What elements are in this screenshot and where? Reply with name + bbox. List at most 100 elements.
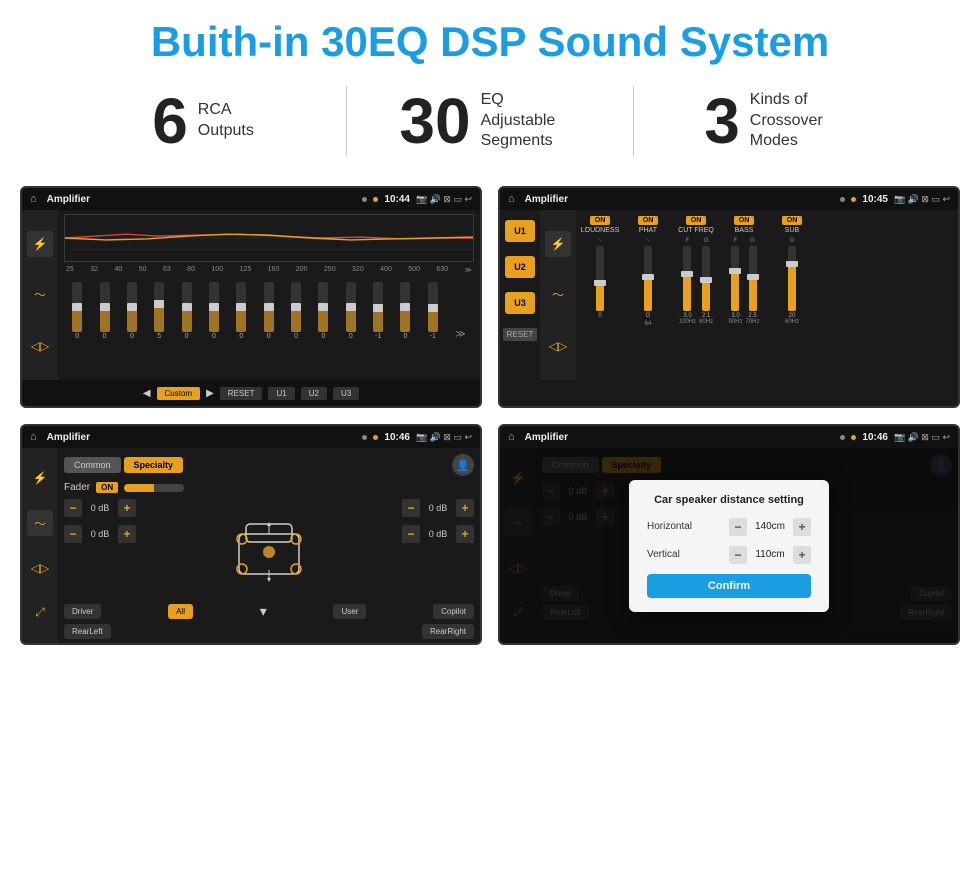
phat-on[interactable]: ON bbox=[638, 216, 659, 225]
db-minus-2[interactable]: − bbox=[402, 499, 420, 517]
cross-u1-btn[interactable]: U1 bbox=[505, 220, 535, 242]
eq-u3-btn[interactable]: U3 bbox=[333, 387, 359, 400]
eq-slider-11[interactable]: -1 bbox=[373, 282, 383, 340]
eq-u1-btn[interactable]: U1 bbox=[268, 387, 294, 400]
bass-on[interactable]: ON bbox=[734, 216, 755, 225]
loudness-on[interactable]: ON bbox=[590, 216, 611, 225]
cross-icon-wave[interactable]: 〜 bbox=[545, 282, 571, 308]
rear-right-btn[interactable]: RearRight bbox=[422, 624, 474, 639]
db-val-3: 0 dB bbox=[424, 529, 452, 539]
fader-on-badge[interactable]: ON bbox=[96, 482, 118, 493]
home-icon-tr[interactable]: ⌂ bbox=[508, 193, 515, 205]
eq-slider-0[interactable]: 0 bbox=[72, 282, 82, 340]
eq-next-btn[interactable]: ▶ bbox=[206, 388, 214, 399]
eq-slider-9[interactable]: 0 bbox=[318, 282, 328, 340]
cross-u2-btn[interactable]: U2 bbox=[505, 256, 535, 278]
cross-icon-filters[interactable]: ⚡ bbox=[545, 231, 571, 257]
vertical-value: 110cm bbox=[751, 549, 789, 560]
fader-icon-wave[interactable]: 〜 bbox=[27, 510, 53, 536]
fader-label: Fader bbox=[64, 482, 90, 493]
vertical-minus[interactable]: − bbox=[729, 546, 747, 564]
eq-reset-btn[interactable]: RESET bbox=[220, 387, 263, 400]
eq-slider-1[interactable]: 0 bbox=[100, 282, 110, 340]
driver-btn[interactable]: Driver bbox=[64, 604, 101, 619]
db-plus-1[interactable]: + bbox=[118, 525, 136, 543]
status-dot-2 bbox=[373, 197, 378, 202]
stat-rca: 6 RCA Outputs bbox=[60, 89, 346, 153]
confirm-button[interactable]: Confirm bbox=[647, 574, 811, 598]
vertical-plus[interactable]: + bbox=[793, 546, 811, 564]
eq-slider-4[interactable]: 0 bbox=[182, 282, 192, 340]
screen-eq: ⌂ Amplifier 10:44 📷 🔊 ⊠ ▭ ↩ ⚡ 〜 ◁▷ bbox=[20, 186, 482, 408]
eq-icon-filters[interactable]: ⚡ bbox=[27, 231, 53, 257]
status-time-tr: 10:45 bbox=[862, 194, 888, 205]
eq-slider-5[interactable]: 0 bbox=[209, 282, 219, 340]
eq-body: ⚡ 〜 ◁▷ bbox=[22, 210, 480, 380]
eq-prev-btn[interactable]: ◀ bbox=[143, 388, 151, 399]
speaker-diagram: − 0 dB + − 0 dB + bbox=[64, 499, 474, 599]
screen-title-br: Amplifier bbox=[525, 432, 835, 443]
stat-crossover: 3 Kinds of Crossover Modes bbox=[634, 89, 920, 153]
eq-custom-btn[interactable]: Custom bbox=[157, 387, 201, 400]
fader-icon-volume[interactable]: ◁▷ bbox=[27, 555, 53, 581]
fader-icon-filter[interactable]: ⚡ bbox=[27, 465, 53, 491]
fader-horizontal-slider[interactable] bbox=[124, 484, 184, 492]
sub-on[interactable]: ON bbox=[782, 216, 803, 225]
eq-main: 2532405063 80100125160200 25032040050063… bbox=[58, 210, 480, 380]
cutfreq-on[interactable]: ON bbox=[686, 216, 707, 225]
fader-chevron-down[interactable]: ▾ bbox=[260, 603, 267, 620]
eq-slider-8[interactable]: 0 bbox=[291, 282, 301, 340]
eq-slider-13[interactable]: -1 bbox=[428, 282, 438, 340]
home-icon-bl[interactable]: ⌂ bbox=[30, 431, 37, 443]
eq-slider-10[interactable]: 0 bbox=[346, 282, 356, 340]
fader-left-icons: ⚡ 〜 ◁▷ ⤢ bbox=[22, 448, 58, 643]
fader-icon-arrows[interactable]: ⤢ bbox=[27, 600, 53, 626]
eq-slider-more[interactable]: ≫ bbox=[455, 329, 465, 340]
tab-specialty[interactable]: Specialty bbox=[124, 457, 184, 473]
eq-slider-2[interactable]: 0 bbox=[127, 282, 137, 340]
db-minus-1[interactable]: − bbox=[64, 525, 82, 543]
user-btn[interactable]: User bbox=[333, 604, 366, 619]
home-icon-br[interactable]: ⌂ bbox=[508, 431, 515, 443]
dialog-overlay: Car speaker distance setting Horizontal … bbox=[500, 448, 958, 643]
fader-main: Common Specialty 👤 Fader ON − bbox=[58, 448, 480, 643]
eq-slider-6[interactable]: 0 bbox=[236, 282, 246, 340]
horizontal-plus[interactable]: + bbox=[793, 518, 811, 536]
eq-slider-3[interactable]: 5 bbox=[154, 282, 164, 340]
status-time-bl: 10:46 bbox=[384, 432, 410, 443]
cross-u3-btn[interactable]: U3 bbox=[505, 292, 535, 314]
status-bar-bl: ⌂ Amplifier 10:46 📷 🔊 ⊠ ▭ ↩ bbox=[22, 426, 480, 448]
eq-left-icons: ⚡ 〜 ◁▷ bbox=[22, 210, 58, 380]
eq-icon-wave[interactable]: 〜 bbox=[27, 282, 53, 308]
status-bar-tr: ⌂ Amplifier 10:45 📷 🔊 ⊠ ▭ ↩ bbox=[500, 188, 958, 210]
all-btn[interactable]: All bbox=[168, 604, 193, 619]
eq-freq-labels: 2532405063 80100125160200 25032040050063… bbox=[64, 266, 474, 274]
horizontal-minus[interactable]: − bbox=[729, 518, 747, 536]
page-header: Buith-in 30EQ DSP Sound System bbox=[0, 0, 980, 76]
status-icons-tl: 📷 🔊 ⊠ ▭ ↩ bbox=[416, 194, 472, 205]
fader-bottom-row-2: RearLeft RearRight bbox=[64, 624, 474, 639]
tab-common[interactable]: Common bbox=[64, 457, 121, 473]
cross-channels: ON LOUDNESS ~ 0 bbox=[576, 210, 958, 380]
home-icon[interactable]: ⌂ bbox=[30, 193, 37, 205]
rear-left-btn[interactable]: RearLeft bbox=[64, 624, 111, 639]
db-minus-0[interactable]: − bbox=[64, 499, 82, 517]
eq-slider-12[interactable]: 0 bbox=[400, 282, 410, 340]
eq-icon-volume[interactable]: ◁▷ bbox=[27, 333, 53, 359]
db-row-1: − 0 dB + bbox=[64, 525, 136, 543]
db-minus-3[interactable]: − bbox=[402, 525, 420, 543]
db-plus-0[interactable]: + bbox=[118, 499, 136, 517]
screen-crossover: ⌂ Amplifier 10:45 📷 🔊 ⊠ ▭ ↩ U1 U2 U3 RES… bbox=[498, 186, 960, 408]
vertical-label: Vertical bbox=[647, 549, 702, 560]
eq-u2-btn[interactable]: U2 bbox=[301, 387, 327, 400]
cross-reset-btn[interactable]: RESET bbox=[503, 328, 538, 341]
eq-graph bbox=[64, 214, 474, 262]
eq-slider-7[interactable]: 0 bbox=[264, 282, 274, 340]
screen-title-bl: Amplifier bbox=[47, 432, 357, 443]
settings-icon[interactable]: 👤 bbox=[452, 454, 474, 476]
cross-icon-volume[interactable]: ◁▷ bbox=[545, 333, 571, 359]
db-plus-2[interactable]: + bbox=[456, 499, 474, 517]
db-plus-3[interactable]: + bbox=[456, 525, 474, 543]
crossover-body: U1 U2 U3 RESET ⚡ 〜 ◁▷ ON LOUDNESS bbox=[500, 210, 958, 380]
copilot-btn[interactable]: Copilot bbox=[433, 604, 474, 619]
